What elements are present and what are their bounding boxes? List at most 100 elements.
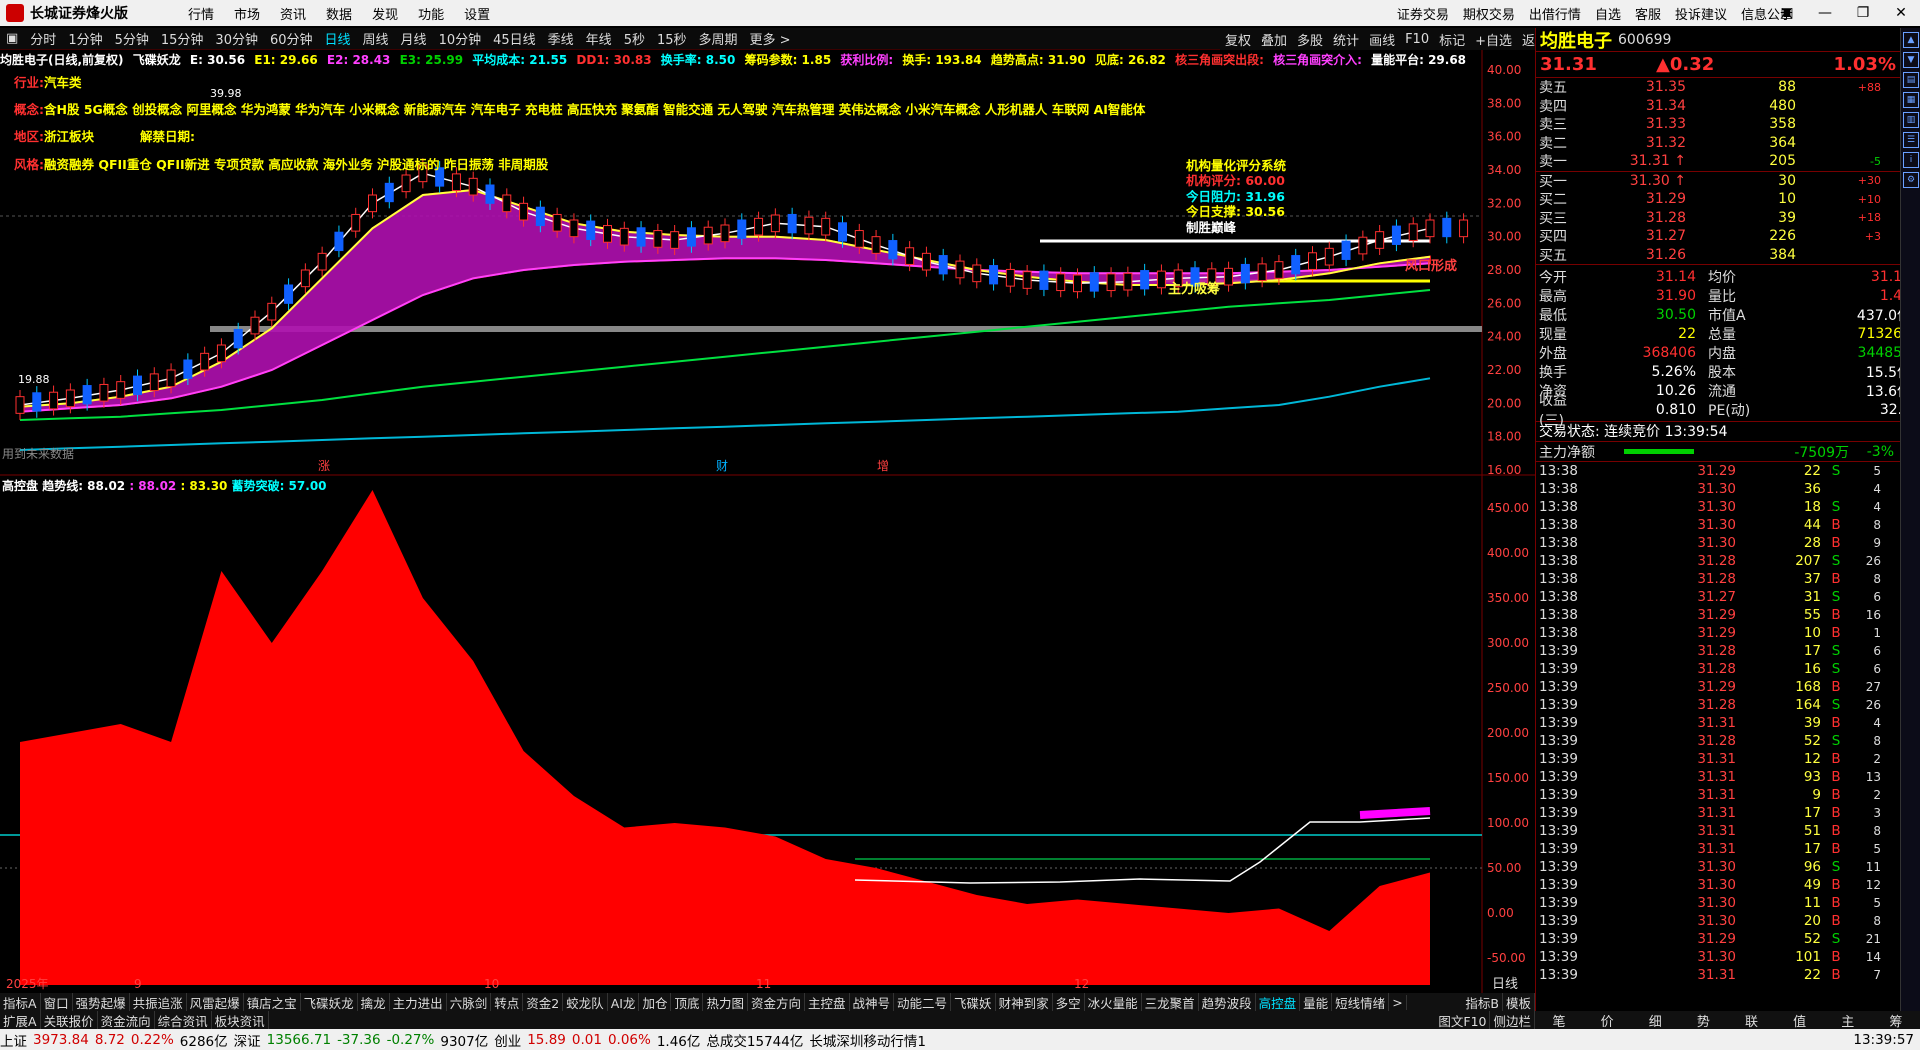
candle-body <box>1408 223 1418 242</box>
indicator-tab[interactable]: 转点 <box>491 993 524 1011</box>
tab-flow[interactable]: 资金流向 <box>98 1010 155 1030</box>
tick-list[interactable]: 13:38 31.29 22 S 5 13:38 31.30 36 4 13:38 31.30 18 S… <box>1536 462 1920 984</box>
sh-index[interactable]: 3973.84 <box>33 1032 89 1048</box>
indicator-tab[interactable]: 共振追涨 <box>130 993 187 1011</box>
indicator-tabs: 指标A 窗口 强势起爆 共振追涨 风雷起爆 镇店之宝 飞碟妖龙 擒龙 主力进出 六脉剑 转点 资金2 蛟… <box>0 993 1535 1011</box>
tick-cell: 52 <box>1803 931 1821 947</box>
candle-body <box>569 219 579 238</box>
indicator-tab[interactable]: 主力进出 <box>390 993 447 1011</box>
indicator-tab[interactable]: 指标A <box>0 993 41 1011</box>
info-icon[interactable]: i <box>1903 152 1919 168</box>
kline-chart[interactable]: 40.00 38.00 36.00 34.00 32.00 30.00 28.00 26.00… <box>0 0 1535 993</box>
indicator-tab[interactable]: 动能二号 <box>894 993 952 1011</box>
tick-cell: 9 <box>1873 536 1881 550</box>
indicator-tab[interactable]: 高控盘 <box>1256 993 1301 1011</box>
indicator-tab[interactable]: 热力图 <box>703 993 748 1011</box>
down-arrow-icon[interactable]: ▼ <box>1903 52 1919 68</box>
settings-icon[interactable]: ⚙ <box>1903 172 1919 188</box>
quote-tab[interactable]: 值 <box>1793 1011 1806 1030</box>
tick-cell: 22 <box>1803 463 1821 479</box>
indicator-tab[interactable]: 镇店之宝 <box>244 993 301 1011</box>
sz-index[interactable]: 13566.71 <box>267 1032 331 1048</box>
indicator-tab[interactable]: 飞碟妖 <box>951 993 996 1011</box>
indicator-tab[interactable]: 蛟龙队 <box>563 993 608 1011</box>
tab-sector-news[interactable]: 板块资讯 <box>212 1010 269 1030</box>
restore-icon[interactable]: ▣ <box>1768 0 1806 26</box>
tick-cell: 8 <box>1873 518 1881 532</box>
quote-tab[interactable]: 势 <box>1697 1011 1710 1030</box>
indicator-tab[interactable]: 强势起爆 <box>73 993 130 1011</box>
candle-body <box>116 381 126 399</box>
candle-body <box>485 184 495 204</box>
tick-cell: S <box>1831 733 1841 749</box>
menu-complaint[interactable]: 投诉建议 <box>1675 4 1727 23</box>
menu-lend[interactable]: 出借行情 <box>1529 4 1581 23</box>
indicator-tab[interactable]: 窗口 <box>41 993 73 1011</box>
menu-watchlist[interactable]: 自选 <box>1595 4 1621 23</box>
indicator-tab[interactable]: 顶底 <box>671 993 704 1011</box>
indicator-tab[interactable]: 量能 <box>1300 993 1333 1011</box>
tick-cell: 31.28 <box>1697 553 1736 569</box>
tick-cell: 31.30 <box>1697 481 1736 497</box>
quote-tab[interactable]: 主 <box>1841 1011 1854 1030</box>
chart-icon[interactable]: ▥ <box>1903 112 1919 128</box>
stat-row: 净资 10.26 流通 13.6亿 <box>1539 382 1911 400</box>
tick-cell: 13:39 <box>1539 697 1578 713</box>
list-icon[interactable]: ☰ <box>1903 132 1919 148</box>
sh-pct: 0.22% <box>130 1031 174 1048</box>
server-name[interactable]: 长城深圳移动行情1 <box>809 1030 926 1050</box>
tick-row: 13:39 31.31 12 B 2 <box>1536 750 1920 768</box>
tab-ext-a[interactable]: 扩展A <box>0 1010 41 1030</box>
tick-row: 13:38 31.27 31 S 6 <box>1536 588 1920 606</box>
indicator-tab-right[interactable]: 模板 <box>1503 993 1535 1011</box>
candle-body <box>1274 261 1284 279</box>
indicator-tab[interactable]: 短线情绪 <box>1332 993 1390 1011</box>
minimize-icon[interactable]: — <box>1806 0 1844 26</box>
tick-cell: 31.31 <box>1697 841 1736 857</box>
indicator-tab[interactable]: 多空 <box>1053 993 1085 1011</box>
tab-f10[interactable]: 图文F10 <box>1435 1010 1491 1030</box>
indicator-tab[interactable]: 战神号 <box>850 993 895 1011</box>
close-icon[interactable]: ✕ <box>1882 0 1920 26</box>
sub-tick: 0.00 <box>1487 906 1514 920</box>
tick-cell: 31.30 <box>1697 895 1736 911</box>
indicator-tab[interactable]: 资金2 <box>523 993 564 1011</box>
volume-platform-band <box>210 326 1482 332</box>
tick-cell: 31.29 <box>1697 931 1736 947</box>
sub-indicator-title[interactable]: 高控盘 趋势线: 88.02 : 88.02 : 83.30 蓄势突破: 57.… <box>2 477 327 494</box>
maximize-icon[interactable]: ❐ <box>1844 0 1882 26</box>
candle-body <box>636 227 646 247</box>
quote-tab[interactable]: 价 <box>1601 1011 1614 1030</box>
indicator-tab-right[interactable]: 指标B <box>1462 993 1503 1011</box>
panel-icon[interactable]: ▤ <box>1903 72 1919 88</box>
quote-tab[interactable]: 笔 <box>1553 1011 1566 1030</box>
quote-tab[interactable]: 联 <box>1745 1011 1758 1030</box>
indicator-tab[interactable]: 风雷起爆 <box>187 993 244 1011</box>
indicator-tab[interactable]: 加仓 <box>639 993 672 1011</box>
indicator-tab[interactable]: 主控盘 <box>805 993 850 1011</box>
indicator-tab[interactable]: 趋势波段 <box>1199 993 1256 1011</box>
up-arrow-icon[interactable]: ▲ <box>1903 32 1919 48</box>
indicator-tab[interactable]: > <box>1389 994 1407 1010</box>
indicator-tab[interactable]: 飞碟妖龙 <box>301 993 358 1011</box>
indicator-tab[interactable]: 六脉剑 <box>447 993 492 1011</box>
indicator-tab[interactable]: 三龙聚首 <box>1142 993 1199 1011</box>
tab-related[interactable]: 关联报价 <box>41 1010 98 1030</box>
tick-row: 13:38 31.30 18 S 4 <box>1536 498 1920 516</box>
tab-news[interactable]: 综合资讯 <box>155 1010 212 1030</box>
price-tick: 34.00 <box>1487 163 1521 177</box>
indicator-tab[interactable]: 资金方向 <box>748 993 805 1011</box>
tick-cell: 31.31 <box>1697 823 1736 839</box>
tick-cell: 16 <box>1865 608 1881 622</box>
indicator-tab[interactable]: 冰火量能 <box>1085 993 1142 1011</box>
indicator-tab[interactable]: AI龙 <box>608 993 640 1011</box>
quote-tab[interactable]: 筹 <box>1889 1011 1902 1030</box>
tick-cell: 20 <box>1803 913 1821 929</box>
cy-index[interactable]: 15.89 <box>527 1032 566 1048</box>
quote-tab[interactable]: 细 <box>1649 1011 1662 1030</box>
grid-icon[interactable]: ▦ <box>1903 92 1919 108</box>
indicator-tab[interactable]: 财神到家 <box>996 993 1053 1011</box>
indicator-tab[interactable]: 擒龙 <box>358 993 390 1011</box>
menu-service[interactable]: 客服 <box>1635 4 1661 23</box>
tab-sidebar[interactable]: 侧边栏 <box>1490 1010 1535 1030</box>
